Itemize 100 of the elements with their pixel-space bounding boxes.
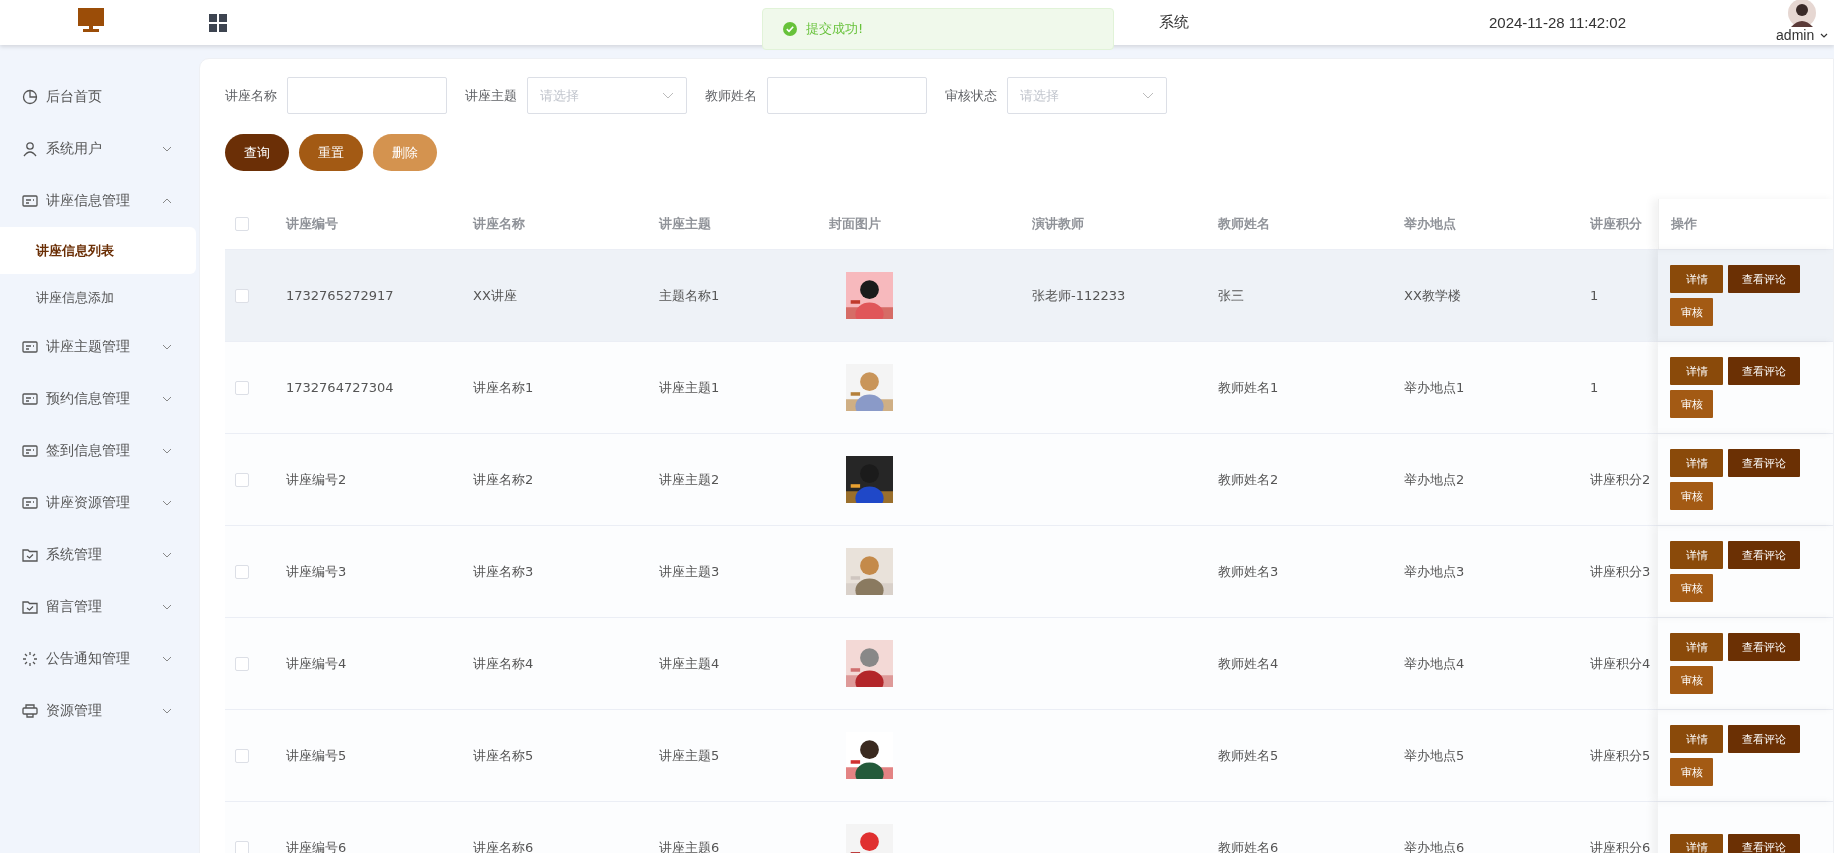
detail-button[interactable]: 详情 [1670, 833, 1723, 853]
table-cell: 举办地点2 [1404, 470, 1465, 489]
table-cell: 讲座主题2 [659, 470, 720, 489]
table-cell: 讲座编号3 [286, 562, 347, 581]
chevron-icon [162, 708, 172, 714]
table-cell: 讲座名称1 [473, 378, 534, 397]
checkbox[interactable] [235, 380, 249, 395]
menu-item[interactable]: 讲座资源管理 [0, 477, 196, 529]
table-row[interactable]: 1732764727304 讲座名称1 讲座主题1 教师姓名1 举办地点1 1 详情 查看评论 审核 [225, 342, 1833, 434]
review-button[interactable]: 审核 [1670, 390, 1713, 418]
submenu-item[interactable]: 讲座信息添加 [0, 274, 196, 321]
menu-item[interactable]: 公告通知管理 [0, 633, 196, 685]
table-cell: 讲座主题6 [659, 838, 720, 853]
review-button[interactable]: 审核 [1670, 574, 1713, 602]
column-header: 封面图片 [829, 215, 881, 233]
table-cell: 1 [1590, 288, 1599, 303]
system-title: 系统 [1159, 13, 1189, 32]
table-cell: 举办地点4 [1404, 654, 1465, 673]
detail-button[interactable]: 详情 [1670, 265, 1723, 293]
table-row[interactable]: 讲座编号3 讲座名称3 讲座主题3 教师姓名3 举办地点3 讲座积分3 详情 查看评论 审核 [225, 526, 1833, 618]
menu-item[interactable]: 留言管理 [0, 581, 196, 633]
folder-icon [22, 547, 38, 563]
filter-label: 审核状态 [945, 86, 997, 105]
avatar-icon[interactable] [1788, 0, 1817, 27]
menu-item[interactable]: 系统管理 [0, 529, 196, 581]
user-menu[interactable]: admin [1776, 26, 1829, 43]
table-cell: 1732765272917 [286, 288, 394, 303]
review-button[interactable]: 审核 [1670, 298, 1713, 326]
detail-button[interactable]: 详情 [1670, 449, 1723, 477]
chevron-icon [162, 448, 172, 454]
checkbox[interactable] [235, 288, 249, 303]
menu-item[interactable]: 讲座信息管理 [0, 175, 196, 227]
checkbox[interactable] [235, 217, 249, 231]
table-cell: 讲座主题5 [659, 746, 720, 765]
detail-button[interactable]: 详情 [1670, 725, 1723, 753]
menu-item[interactable]: 资源管理 [0, 685, 196, 737]
table-row[interactable]: 讲座编号2 讲座名称2 讲座主题2 教师姓名2 举办地点2 讲座积分2 详情 查看评论 审核 [225, 434, 1833, 526]
text-field[interactable] [287, 77, 447, 114]
caret-icon [1820, 33, 1829, 39]
printer-icon [22, 703, 38, 719]
table-cell: 讲座积分4 [1590, 654, 1651, 673]
table-row[interactable]: 1732765272917 XX讲座 主题名称1 张老师-112233 张三 XX教学楼 1 详情 查看评论 审核 [225, 250, 1833, 342]
menu-item[interactable]: 后台首页 [0, 71, 196, 123]
detail-button[interactable]: 详情 [1670, 541, 1723, 569]
table-row[interactable]: 讲座编号4 讲座名称4 讲座主题4 教师姓名4 举办地点4 讲座积分4 详情 查看评论 审核 [225, 618, 1833, 710]
comments-button[interactable]: 查看评论 [1728, 633, 1800, 661]
detail-button[interactable]: 详情 [1670, 357, 1723, 385]
checkbox[interactable] [235, 564, 249, 579]
card-icon [22, 391, 38, 407]
checkbox[interactable] [235, 840, 249, 853]
review-button[interactable]: 审核 [1670, 666, 1713, 694]
table-cell: 主题名称1 [659, 286, 720, 305]
chevron-icon [162, 344, 172, 350]
chevron-icon [662, 92, 674, 99]
submenu-item[interactable]: 讲座信息列表 [0, 227, 196, 274]
table-cell: 张老师-112233 [1032, 286, 1126, 305]
column-header: 讲座积分 [1590, 215, 1642, 233]
column-header: 操作 [1671, 215, 1697, 233]
text-field[interactable] [767, 77, 927, 114]
user-icon [22, 141, 38, 157]
column-header: 教师姓名 [1218, 215, 1270, 233]
pie-icon [22, 89, 38, 105]
table-row[interactable]: 讲座编号5 讲座名称5 讲座主题5 教师姓名5 举办地点5 讲座积分5 详情 查看评论 审核 [225, 710, 1833, 802]
table-cell: 讲座名称6 [473, 838, 534, 853]
chevron-icon [162, 198, 172, 204]
review-button[interactable]: 审核 [1670, 758, 1713, 786]
checkbox[interactable] [235, 748, 249, 763]
table-cell: 教师姓名1 [1218, 378, 1279, 397]
table-cell: 教师姓名5 [1218, 746, 1279, 765]
table-cell: 讲座编号2 [286, 470, 347, 489]
table-cell: 举办地点5 [1404, 746, 1465, 765]
comments-button[interactable]: 查看评论 [1728, 541, 1800, 569]
comments-button[interactable]: 查看评论 [1728, 725, 1800, 753]
table-cell: 讲座编号6 [286, 838, 347, 853]
chevron-icon [162, 656, 172, 662]
table-cell: 教师姓名4 [1218, 654, 1279, 673]
comments-button[interactable]: 查看评论 [1728, 449, 1800, 477]
card-icon [22, 193, 38, 209]
grid-menu-icon[interactable] [209, 13, 227, 32]
comments-button[interactable]: 查看评论 [1728, 357, 1800, 385]
table-cell: 讲座名称4 [473, 654, 534, 673]
column-header: 讲座名称 [473, 215, 525, 233]
comments-button[interactable]: 查看评论 [1728, 833, 1800, 853]
reset-button[interactable]: 重置 [299, 134, 363, 171]
column-header: 举办地点 [1404, 215, 1456, 233]
detail-button[interactable]: 详情 [1670, 633, 1723, 661]
menu-item[interactable]: 系统用户 [0, 123, 196, 175]
query-button[interactable]: 查询 [225, 134, 289, 171]
chevron-icon [162, 146, 172, 152]
table-cell: XX教学楼 [1404, 286, 1461, 305]
table-cell: 讲座编号5 [286, 746, 347, 765]
checkbox[interactable] [235, 472, 249, 487]
table-cell: 讲座名称5 [473, 746, 534, 765]
review-button[interactable]: 审核 [1670, 482, 1713, 510]
menu-item[interactable]: 签到信息管理 [0, 425, 196, 477]
menu-item[interactable]: 预约信息管理 [0, 373, 196, 425]
comments-button[interactable]: 查看评论 [1728, 265, 1800, 293]
filter-label: 讲座名称 [225, 86, 277, 105]
menu-item[interactable]: 讲座主题管理 [0, 321, 196, 373]
checkbox[interactable] [235, 656, 249, 671]
